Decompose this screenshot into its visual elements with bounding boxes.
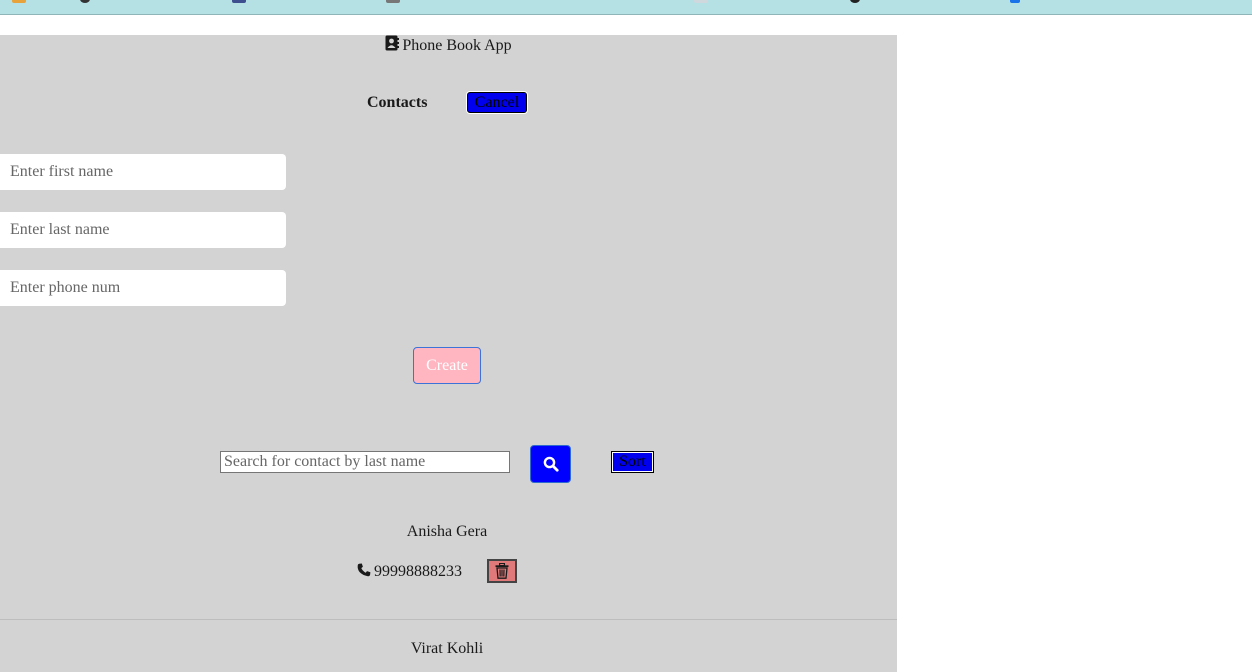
bookmark-icon[interactable] (1010, 0, 1020, 3)
phone-number-input[interactable] (0, 270, 286, 306)
address-book-icon (385, 35, 400, 56)
bookmark-icon[interactable] (850, 0, 860, 3)
create-button[interactable]: Create (413, 347, 481, 384)
contact-phone-number: 99998888233 (374, 563, 462, 580)
search-icon (543, 456, 559, 472)
bookmark-icon[interactable] (386, 0, 400, 3)
app-title: Phone Book App (402, 37, 512, 54)
delete-contact-button[interactable] (487, 559, 517, 583)
bookmark-icon[interactable] (80, 0, 90, 3)
first-name-input[interactable] (0, 154, 286, 190)
phone-book-app: Phone Book App Contacts Cancel Create So… (0, 35, 897, 672)
search-button[interactable] (530, 445, 571, 483)
contacts-heading: Contacts (367, 94, 428, 111)
browser-bookmarks-bar (0, 0, 1252, 15)
bookmark-apps-icon[interactable] (12, 0, 26, 3)
cancel-button[interactable]: Cancel (467, 92, 527, 113)
contact-name: Anisha Gera (406, 523, 488, 540)
contact-divider (0, 619, 897, 620)
phone-icon (357, 563, 371, 582)
trash-icon (495, 563, 509, 579)
contact-name: Virat Kohli (410, 640, 484, 657)
last-name-input[interactable] (0, 212, 286, 248)
bookmark-icon[interactable] (232, 0, 246, 3)
app-header: Phone Book App (0, 35, 897, 56)
contact-phone: 99998888233 (357, 563, 462, 582)
sort-button[interactable]: Sort (611, 451, 654, 473)
search-input[interactable] (220, 451, 510, 473)
bookmark-icon[interactable] (694, 0, 708, 3)
